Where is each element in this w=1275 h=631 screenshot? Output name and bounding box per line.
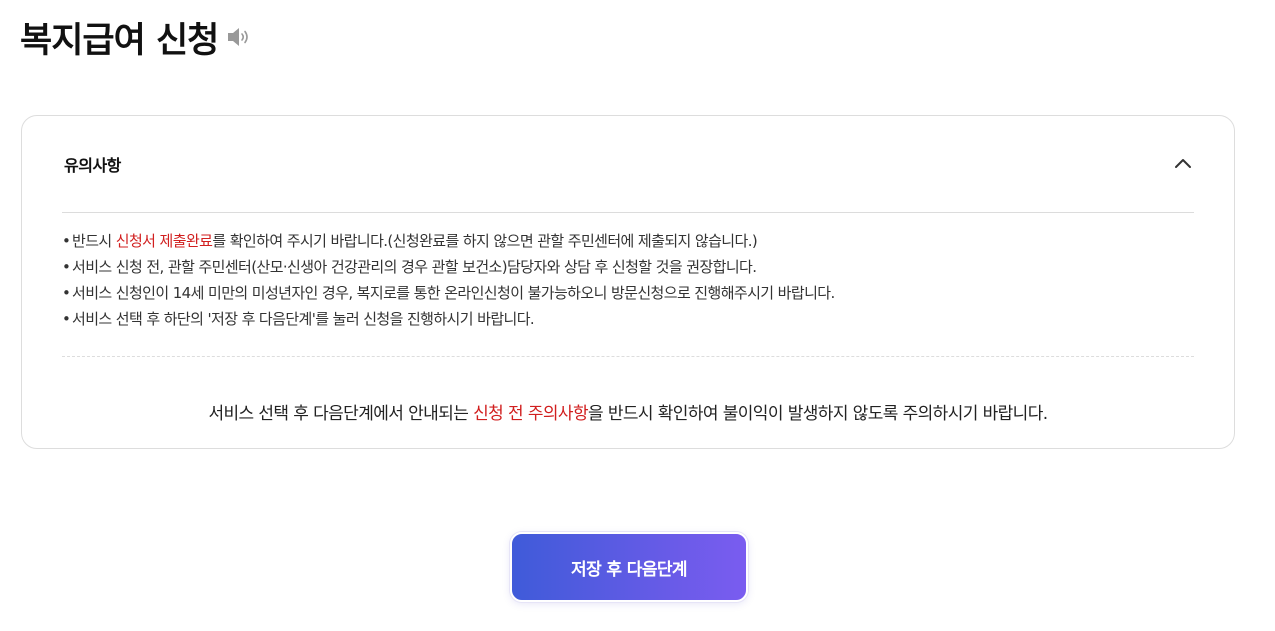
- notice-highlight: 신청서 제출완료: [115, 232, 213, 250]
- notice-item-text: 서비스 신청 전, 관할 주민센터(산모·신생아 건강관리의 경우 관할 보건소…: [72, 258, 757, 276]
- bullet: •: [62, 258, 71, 276]
- notice-toggle[interactable]: 유의사항: [62, 116, 1194, 213]
- bullet: •: [62, 310, 71, 328]
- bullet: •: [62, 284, 71, 302]
- notice-item-text: 반드시: [72, 232, 116, 250]
- notice-item: • 서비스 선택 후 하단의 '저장 후 다음단계'를 눌러 신청을 진행하시기 …: [62, 306, 835, 332]
- notice-panel: 유의사항 • 반드시 신청서 제출완료를 확인하여 주시기 바랍니다.(신청완료를…: [21, 115, 1235, 449]
- notice-item: • 서비스 신청 전, 관할 주민센터(산모·신생아 건강관리의 경우 관할 보건…: [62, 254, 835, 280]
- page-header: 복지급여 신청: [20, 12, 254, 62]
- notice-item: • 서비스 신청인이 14세 미만의 미성년자인 경우, 복지로를 통한 온라인신…: [62, 280, 835, 306]
- bullet: •: [62, 232, 71, 250]
- page-title: 복지급여 신청: [20, 20, 219, 61]
- chevron-up-icon[interactable]: [1172, 153, 1194, 175]
- summary-highlight: 신청 전 주의사항: [473, 404, 588, 424]
- dashed-divider: [62, 356, 1194, 357]
- notice-item-text: 서비스 신청인이 14세 미만의 미성년자인 경우, 복지로를 통한 온라인신청…: [72, 284, 835, 302]
- notice-item: • 반드시 신청서 제출완료를 확인하여 주시기 바랍니다.(신청완료를 하지 않…: [62, 228, 835, 254]
- save-and-next-button[interactable]: 저장 후 다음단계: [510, 532, 748, 602]
- speaker-icon[interactable]: [226, 24, 254, 50]
- notice-summary: 서비스 선택 후 다음단계에서 안내되는 신청 전 주의사항을 반드시 확인하여…: [22, 399, 1234, 424]
- notice-item-text: 를 확인하여 주시기 바랍니다.(신청완료를 하지 않으면 관할 주민센터에 제…: [212, 232, 758, 250]
- summary-text: 서비스 선택 후 다음단계에서 안내되는: [208, 404, 474, 424]
- summary-text: 을 반드시 확인하여 불이익이 발생하지 않도록 주의하시기 바랍니다.: [588, 404, 1048, 424]
- notice-item-text: 서비스 선택 후 하단의 '저장 후 다음단계'를 눌러 신청을 진행하시기 바…: [72, 310, 535, 328]
- notice-list: • 반드시 신청서 제출완료를 확인하여 주시기 바랍니다.(신청완료를 하지 않…: [62, 228, 835, 332]
- notice-heading: 유의사항: [64, 156, 121, 175]
